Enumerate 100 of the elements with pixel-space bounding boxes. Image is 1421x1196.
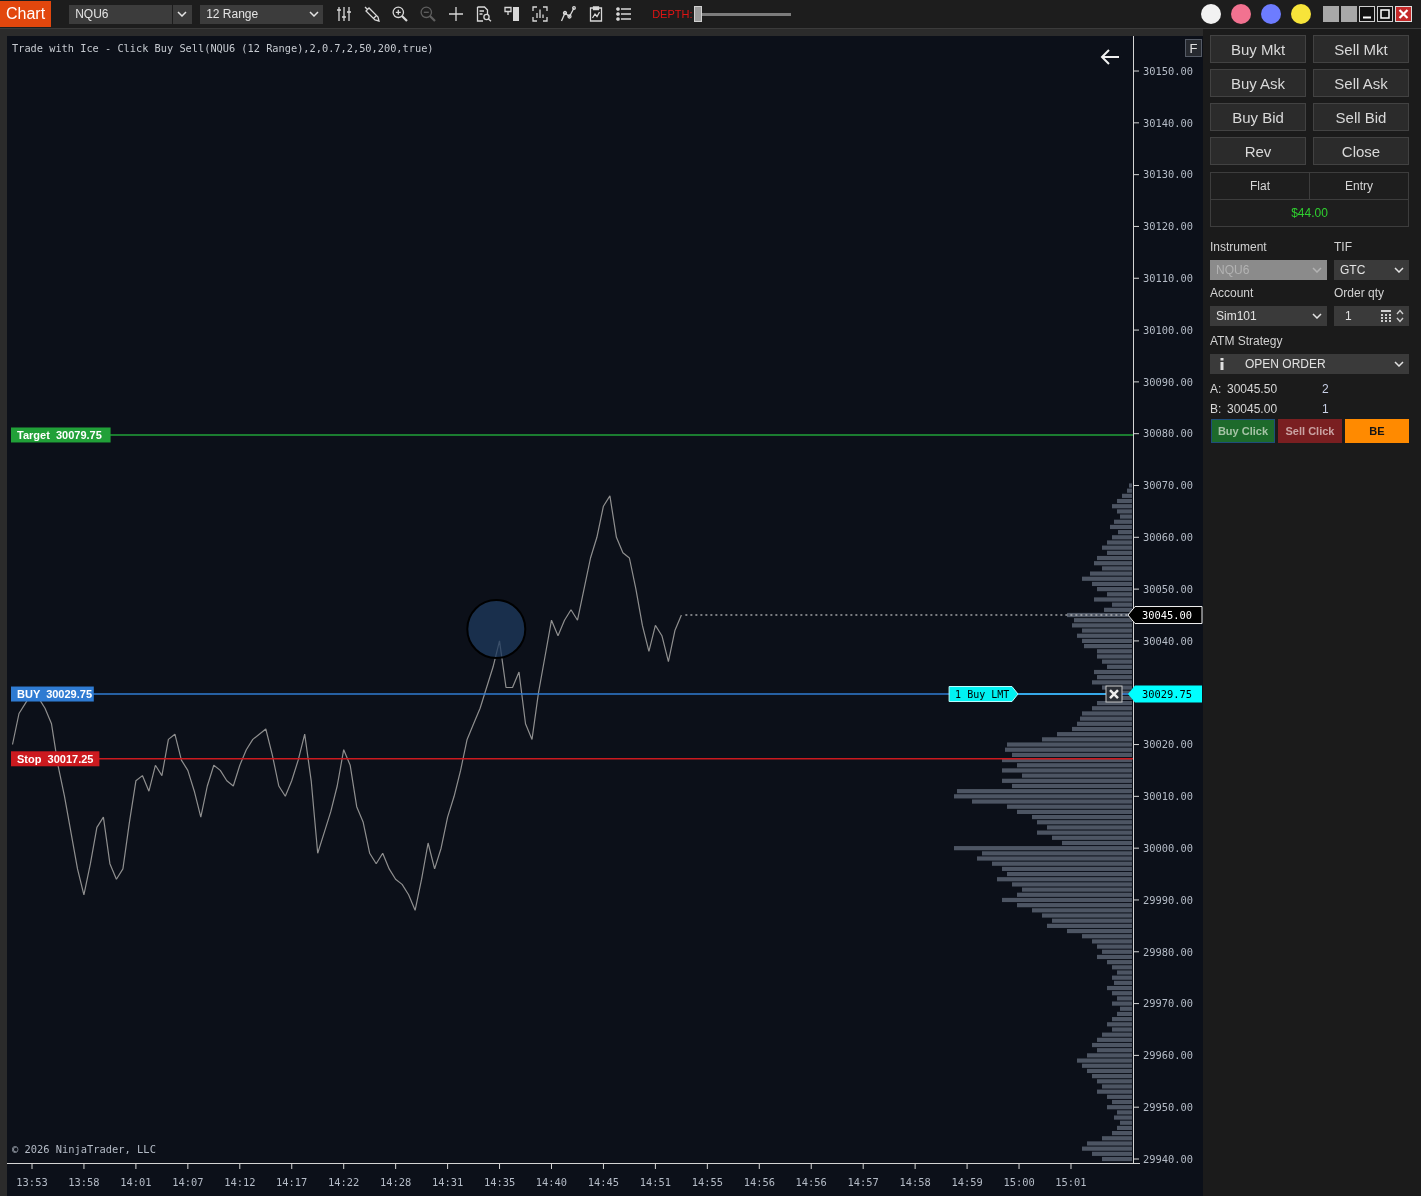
order-button[interactable]: Buy Mkt: [1210, 35, 1306, 63]
atm-strategy-select[interactable]: OPEN ORDER: [1210, 354, 1409, 374]
price-axis-label: 29950.00: [1143, 1101, 1194, 1113]
time-axis-label: 13:53: [16, 1176, 48, 1188]
price-axis-label: 30110.00: [1143, 272, 1194, 285]
y-tick-label: 30045.00: [1142, 608, 1193, 621]
time-axis-label: 14:51: [639, 1176, 672, 1188]
quote-side-label: B:: [1210, 402, 1223, 416]
time-axis-label: 14:17: [276, 1176, 308, 1188]
price-axis-label: 30000.00: [1143, 841, 1194, 854]
time-axis-label: 14:57: [847, 1176, 879, 1188]
order-button[interactable]: Buy Ask: [1210, 69, 1306, 97]
order-button[interactable]: Rev: [1210, 137, 1306, 165]
breakeven-button[interactable]: BE: [1345, 419, 1409, 443]
ref-line-label: Target 30079.75: [17, 428, 102, 441]
annotation: 1 Buy LMT: [955, 688, 1010, 700]
time-axis-label: 13:58: [68, 1176, 100, 1188]
time-axis-label: 14:59: [951, 1176, 983, 1188]
order-button[interactable]: Sell Mkt: [1313, 35, 1409, 63]
order-tag[interactable]: 1 Buy LMT: [948, 686, 1019, 703]
color-dot-icon[interactable]: [1231, 4, 1251, 24]
y-tick-label: 30029.75: [1142, 687, 1193, 700]
price-axis-label: 30060.00: [1143, 531, 1194, 544]
f-button[interactable]: F: [1185, 39, 1202, 57]
time-axis-label: 14:01: [120, 1176, 152, 1188]
order-qty-field[interactable]: 1: [1334, 306, 1409, 326]
price-axis-label: 30070.00: [1143, 479, 1194, 492]
chevron-down-icon: [177, 11, 188, 17]
info-icon: [1220, 358, 1224, 370]
crosshair-icon[interactable]: [448, 6, 465, 22]
time-axis-label: 14:45: [587, 1176, 620, 1188]
price-axis-label: 30120.00: [1143, 220, 1194, 233]
price-axis-label: 30010.00: [1143, 790, 1194, 803]
chevron-down-icon: [1312, 313, 1322, 319]
chart-tab[interactable]: Chart: [0, 1, 52, 27]
sliders-icon[interactable]: [336, 6, 353, 22]
maximize-icon[interactable]: [1377, 6, 1393, 22]
time-axis-label: 14:40: [535, 1176, 568, 1188]
ref-line-label: Stop 30017.25: [17, 752, 94, 765]
bar-flag-icon[interactable]: [504, 6, 521, 22]
position-status-cell-text: Flat: [1249, 178, 1271, 195]
price-axis-label: 30090.00: [1143, 375, 1194, 388]
price-axis-label: 30140.00: [1143, 116, 1194, 129]
line-chart-icon[interactable]: [560, 6, 577, 22]
price-axis-label: 29940.00: [1143, 1152, 1194, 1165]
price-axis-label: 30040.00: [1143, 634, 1194, 647]
chevron-down-icon: [309, 11, 320, 17]
field-label: Order qty: [1334, 286, 1385, 300]
time-axis-label: 15:00: [1003, 1176, 1035, 1188]
quote-size: 1: [1322, 402, 1330, 416]
entry-cell: Entry: [1309, 173, 1408, 199]
bar-type-dropdown[interactable]: 12 Range: [200, 4, 324, 24]
chevron-down-icon: [1394, 361, 1404, 367]
chevron-down-icon: [1312, 267, 1322, 273]
zoom-in-icon[interactable]: [392, 6, 409, 22]
bar-chart-icon[interactable]: [532, 6, 549, 22]
account-select[interactable]: Sim101: [1210, 306, 1327, 326]
color-dot-icon[interactable]: [1201, 4, 1221, 24]
chevron-down-icon: [1394, 267, 1404, 273]
time-axis-label: 14:55: [691, 1176, 723, 1188]
time-axis-label: 14:31: [431, 1176, 464, 1188]
pnl-value: $44.00: [1290, 205, 1329, 222]
price-axis-label: 30080.00: [1143, 427, 1194, 440]
time-axis-label: 14:12: [224, 1176, 256, 1188]
spinner-icon[interactable]: [1396, 309, 1404, 323]
time-axis-label: 15:01: [1055, 1176, 1087, 1188]
clipboard-chart-icon[interactable]: [588, 6, 605, 22]
calculator-icon[interactable]: [1381, 310, 1391, 322]
sell-click-button[interactable]: Sell Click: [1278, 419, 1342, 443]
order-button[interactable]: Buy Bid: [1210, 103, 1306, 131]
time-axis-label: 14:28: [380, 1176, 412, 1188]
tif-select[interactable]: GTC: [1334, 260, 1409, 280]
price-axis-label: 30150.00: [1143, 64, 1194, 77]
color-dot-icon[interactable]: [1291, 4, 1311, 24]
close-icon[interactable]: [1395, 6, 1412, 22]
time-axis-label: 14:56: [743, 1176, 775, 1188]
ref-line-label: BUY 30029.75: [17, 688, 93, 701]
quote-price: 30045.00: [1227, 402, 1279, 416]
depth-slider-thumb[interactable]: [694, 6, 703, 22]
back-arrow-icon[interactable]: [1100, 49, 1120, 65]
minimize-icon[interactable]: [1359, 6, 1375, 22]
order-button[interactable]: Sell Ask: [1313, 69, 1409, 97]
pencil-icon[interactable]: [364, 6, 381, 22]
document-search-icon[interactable]: [476, 6, 493, 22]
time-axis-label: 14:56: [795, 1176, 827, 1188]
instrument-dropdown[interactable]: NQU6: [69, 4, 193, 24]
field-label: Account: [1210, 286, 1255, 300]
depth-label: DEPTH:: [652, 8, 693, 20]
price-axis-label: 29980.00: [1143, 945, 1194, 958]
list-icon[interactable]: [616, 6, 633, 22]
order-level-tag: Stop 30017.25: [11, 751, 100, 767]
time-axis-label: 14:58: [899, 1176, 931, 1188]
color-dot-icon[interactable]: [1261, 4, 1281, 24]
copyright-text: © 2026 NinjaTrader, LLC: [12, 1143, 156, 1155]
close-icon[interactable]: [1105, 685, 1123, 703]
order-button[interactable]: Close: [1313, 137, 1409, 165]
chart-title: Trade with Ice - Click Buy Sell(NQU6 (12 Range),2,0.7,2,50,200,true): [12, 42, 434, 54]
price-axis-label: 30020.00: [1143, 738, 1194, 751]
price-axis-label: 30130.00: [1143, 168, 1194, 181]
order-button[interactable]: Sell Bid: [1313, 103, 1409, 131]
